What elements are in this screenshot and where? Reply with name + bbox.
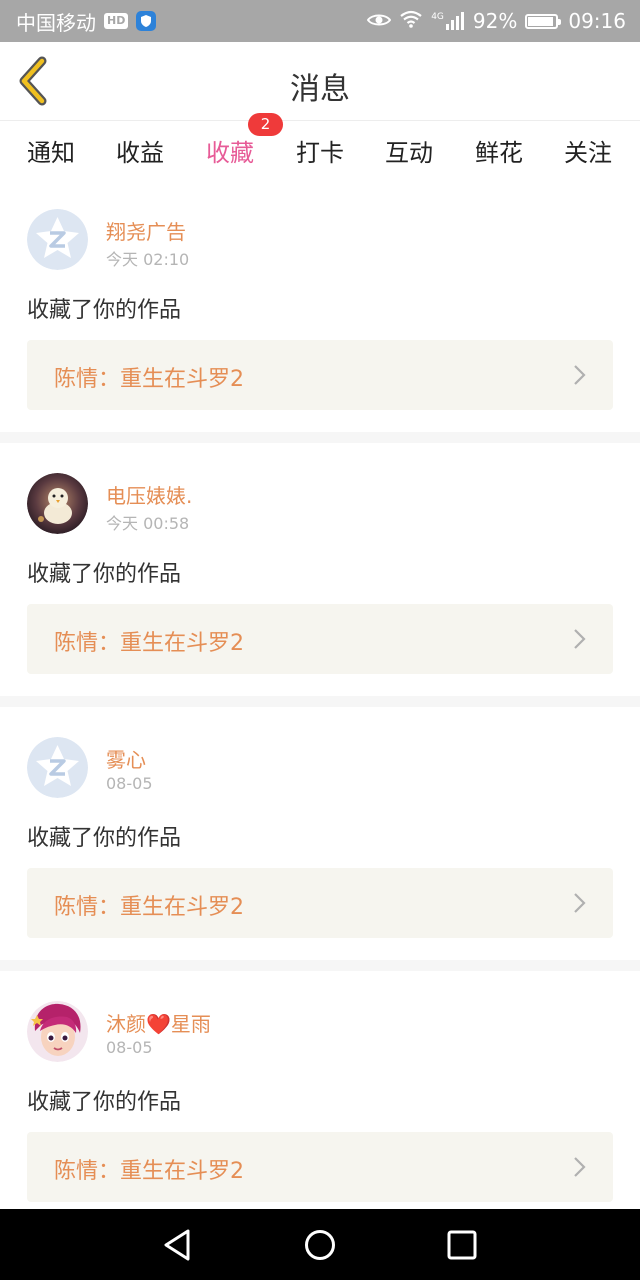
tab-label: 关注 bbox=[564, 139, 612, 167]
message-card: 沐颜❤️星雨 08-05 收藏了你的作品 陈情：重生在斗罗2 bbox=[0, 971, 640, 1224]
tab-notifications[interactable]: 通知 bbox=[11, 133, 91, 168]
recent-apps-square-icon[interactable] bbox=[444, 1227, 480, 1263]
user-avatar[interactable] bbox=[27, 473, 88, 534]
message-card: 翔尧广告 今天 02:10 收藏了你的作品 陈情：重生在斗罗2 bbox=[0, 179, 640, 432]
battery-icon bbox=[525, 13, 562, 29]
chevron-right-icon bbox=[574, 1157, 586, 1177]
tab-label: 鲜花 bbox=[475, 139, 523, 167]
user-name[interactable]: 雾心 bbox=[106, 744, 146, 773]
tab-label: 打卡 bbox=[296, 139, 344, 167]
chevron-right-icon bbox=[574, 629, 586, 649]
tab-label: 互动 bbox=[385, 139, 433, 167]
eye-icon bbox=[366, 9, 392, 33]
clock: 09:16 bbox=[568, 9, 626, 33]
message-card: 电压婊婊. 今天 00:58 收藏了你的作品 陈情：重生在斗罗2 bbox=[0, 443, 640, 696]
page-title: 消息 bbox=[290, 72, 350, 107]
work-title: 陈情：重生在斗罗2 bbox=[54, 895, 244, 920]
work-link[interactable]: 陈情：重生在斗罗2 bbox=[27, 340, 613, 410]
message-time: 今天 02:10 bbox=[106, 250, 190, 269]
message-time: 08-05 bbox=[106, 1038, 153, 1057]
tab-label: 收藏 bbox=[206, 139, 254, 167]
user-avatar[interactable] bbox=[27, 737, 88, 798]
tab-label: 通知 bbox=[27, 139, 75, 167]
message-text: 收藏了你的作品 bbox=[27, 826, 182, 851]
tab-follows[interactable]: 关注 bbox=[548, 133, 628, 168]
work-title: 陈情：重生在斗罗2 bbox=[54, 367, 244, 392]
header-bar: 消息 bbox=[0, 42, 640, 121]
cartoon-girl-avatar bbox=[27, 1001, 88, 1062]
system-nav-bar bbox=[0, 1209, 640, 1280]
tab-earnings[interactable]: 收益 bbox=[100, 133, 180, 168]
work-link[interactable]: 陈情：重生在斗罗2 bbox=[27, 868, 613, 938]
message-text: 收藏了你的作品 bbox=[27, 298, 182, 323]
work-link[interactable]: 陈情：重生在斗罗2 bbox=[27, 1132, 613, 1202]
battery-level bbox=[528, 16, 554, 26]
tab-checkin[interactable]: 打卡 bbox=[280, 133, 360, 168]
tab-bar: 通知 收益 收藏 打卡 互动 鲜花 关注 bbox=[0, 121, 640, 187]
user-name[interactable]: 沐颜❤️星雨 bbox=[106, 1008, 211, 1037]
default-avatar-icon bbox=[27, 209, 88, 270]
shield-icon bbox=[136, 11, 157, 31]
tab-favorites[interactable]: 收藏 bbox=[190, 133, 270, 187]
user-avatar[interactable] bbox=[27, 1001, 88, 1062]
back-triangle-icon[interactable] bbox=[160, 1227, 196, 1263]
message-list: 翔尧广告 今天 02:10 收藏了你的作品 陈情：重生在斗罗2 电压婊婊. 今天… bbox=[0, 179, 640, 1235]
user-avatar[interactable] bbox=[27, 209, 88, 270]
message-text: 收藏了你的作品 bbox=[27, 1090, 182, 1115]
work-title: 陈情：重生在斗罗2 bbox=[54, 631, 244, 656]
home-circle-icon[interactable] bbox=[302, 1227, 338, 1263]
message-time: 08-05 bbox=[106, 774, 153, 793]
battery-percent: 92% bbox=[472, 9, 518, 33]
unread-count-badge: 2 bbox=[248, 113, 283, 136]
tab-label: 收益 bbox=[116, 139, 164, 167]
default-avatar-icon bbox=[27, 737, 88, 798]
message-time: 今天 00:58 bbox=[106, 514, 190, 533]
tab-flowers[interactable]: 鲜花 bbox=[459, 133, 539, 168]
chevron-right-icon bbox=[574, 365, 586, 385]
carrier-name: 中国移动 bbox=[16, 10, 96, 35]
user-name[interactable]: 翔尧广告 bbox=[106, 216, 186, 245]
chick-photo-avatar bbox=[27, 473, 88, 534]
chevron-right-icon bbox=[574, 893, 586, 913]
status-bar: 中国移动 HD 4G 92% 09:16 bbox=[0, 0, 640, 42]
hd-badge: HD bbox=[104, 13, 129, 29]
work-title: 陈情：重生在斗罗2 bbox=[54, 1159, 244, 1184]
signal-icon: 4G bbox=[431, 12, 465, 30]
network-type-label: 4G bbox=[431, 12, 444, 22]
work-link[interactable]: 陈情：重生在斗罗2 bbox=[27, 604, 613, 674]
tab-interaction[interactable]: 互动 bbox=[369, 133, 449, 168]
wifi-icon bbox=[399, 9, 423, 33]
message-text: 收藏了你的作品 bbox=[27, 562, 182, 587]
message-card: 雾心 08-05 收藏了你的作品 陈情：重生在斗罗2 bbox=[0, 707, 640, 960]
user-name[interactable]: 电压婊婊. bbox=[106, 480, 192, 509]
